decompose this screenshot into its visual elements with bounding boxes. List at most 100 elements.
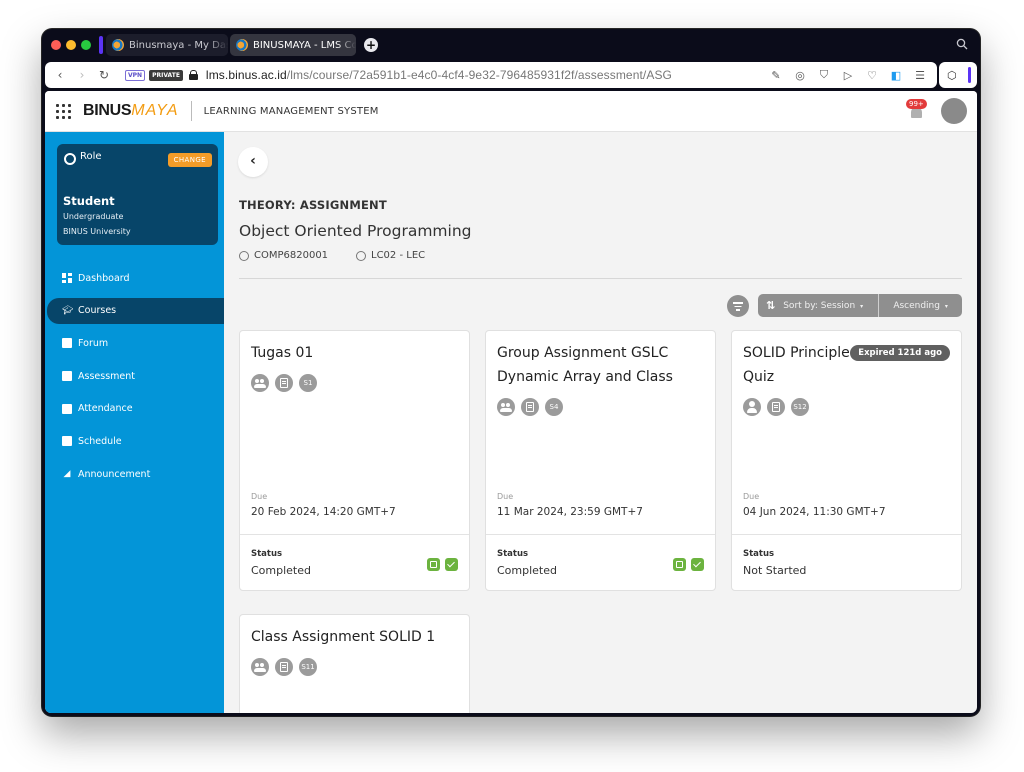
- main-content: ‹ THEORY: ASSIGNMENT Object Oriented Pro…: [224, 132, 977, 713]
- reload-icon[interactable]: ↻: [93, 68, 115, 82]
- binusmaya-favicon-icon: [236, 39, 248, 51]
- assignment-card[interactable]: Tugas 01 S1 Due 20 Feb 2024, 14:20 GMT+7…: [239, 330, 470, 591]
- sidebar-item-label: Attendance: [78, 403, 133, 415]
- assignment-card[interactable]: SOLID Principle Quiz Expired 121d ago S1…: [731, 330, 962, 591]
- extension-button[interactable]: ⬡: [939, 62, 977, 88]
- dashboard-icon: [62, 273, 72, 283]
- document-icon: [275, 658, 293, 676]
- assignment-card[interactable]: Group Assignment GSLC Dynamic Array and …: [485, 330, 716, 591]
- due-date: 20 Feb 2024, 14:20 GMT+7: [251, 506, 396, 518]
- private-badge: PRIVATE: [149, 69, 183, 81]
- session-badge: S11: [299, 658, 317, 676]
- sidebar-item-announcement[interactable]: ◢ Announcement: [45, 461, 224, 487]
- chevron-down-icon: ▾: [858, 302, 864, 310]
- app-header: BINUSMAYA LEARNING MANAGEMENT SYSTEM 99+: [45, 91, 977, 132]
- search-icon[interactable]: [956, 38, 970, 52]
- session-badge: S4: [545, 398, 563, 416]
- sidebar-item-label: Assessment: [78, 370, 135, 382]
- role-name: Student: [63, 194, 115, 208]
- plus-icon[interactable]: +: [364, 38, 378, 52]
- sort-icon: ⇅: [766, 299, 776, 312]
- sidebar-item-label: Schedule: [78, 435, 122, 447]
- session-badge: S1: [299, 374, 317, 392]
- close-window-button[interactable]: [51, 40, 61, 50]
- heart-icon[interactable]: ♡: [865, 69, 879, 82]
- assignment-title[interactable]: SOLID Principle Quiz: [743, 341, 851, 389]
- group-assignment-icon: [251, 374, 269, 392]
- sidebar-item-courses[interactable]: 🎓︎ Courses: [47, 297, 224, 324]
- edit-icon[interactable]: ✎: [769, 69, 783, 82]
- check-icon: [691, 558, 704, 571]
- course-code: COMP6820001: [239, 250, 328, 261]
- assessment-icon: [62, 371, 72, 382]
- status-value: Completed: [251, 564, 311, 577]
- header-divider: [190, 101, 192, 121]
- assignment-title[interactable]: Tugas 01: [251, 341, 458, 365]
- change-role-button[interactable]: CHANGE: [167, 153, 212, 167]
- sidebar-item-label: Courses: [78, 305, 117, 317]
- course-name: Object Oriented Programming: [239, 222, 472, 240]
- sidebar-item-assessment[interactable]: Assessment: [45, 363, 224, 389]
- sidebar-item-attendance[interactable]: Attendance: [45, 396, 224, 422]
- minimize-window-button[interactable]: [66, 40, 76, 50]
- browser-tab-lms-course[interactable]: BINUSMAYA - LMS Course: [230, 34, 356, 56]
- due-label: Due: [251, 492, 268, 501]
- filter-button[interactable]: [727, 295, 749, 317]
- class-code: LC02 - LEC: [356, 250, 425, 261]
- due-date: 11 Mar 2024, 23:59 GMT+7: [497, 506, 643, 518]
- assignment-card[interactable]: Class Assignment SOLID 1 S11: [239, 614, 470, 713]
- session-badge: S12: [791, 398, 809, 416]
- status-label: Status: [743, 549, 775, 559]
- forward-nav-icon[interactable]: ›: [71, 68, 93, 82]
- sidebar-item-label: Announcement: [78, 468, 151, 480]
- sidebar-item-label: Forum: [78, 337, 109, 349]
- browser-tab-dashboard[interactable]: Binusmaya - My Dashboard: [106, 34, 228, 56]
- sidebar-item-label: Dashboard: [78, 272, 130, 284]
- megaphone-icon: ◢: [63, 469, 71, 480]
- notification-button[interactable]: 99+: [905, 99, 929, 123]
- vpn-badge[interactable]: VPN: [125, 69, 146, 81]
- group-assignment-icon: [251, 658, 269, 676]
- role-card: Role CHANGE Student Undergraduate BINUS …: [57, 144, 218, 245]
- group-assignment-icon: [497, 398, 515, 416]
- assignment-title[interactable]: Group Assignment GSLC Dynamic Array and …: [497, 341, 704, 389]
- section-title: THEORY: ASSIGNMENT: [239, 198, 387, 212]
- system-title: LEARNING MANAGEMENT SYSTEM: [203, 105, 379, 117]
- document-icon: [521, 398, 539, 416]
- url-field[interactable]: lms.binus.ac.id/lms/course/72a591b1-e4c0…: [206, 68, 672, 82]
- group-icon: [356, 250, 366, 261]
- chevron-down-icon: ▾: [942, 302, 948, 310]
- notification-badge: 99+: [906, 99, 927, 109]
- tab-bar: Binusmaya - My Dashboard BINUSMAYA - LMS…: [42, 29, 980, 61]
- settings-sliders-icon[interactable]: ☰: [913, 69, 927, 82]
- graduation-cap-icon: 🎓︎: [62, 305, 74, 316]
- divider: [239, 278, 962, 279]
- lock-icon[interactable]: [188, 70, 198, 80]
- sidebar-item-forum[interactable]: Forum: [45, 330, 224, 356]
- camera-icon[interactable]: ◎: [793, 69, 807, 82]
- back-button[interactable]: ‹: [238, 147, 268, 177]
- assignment-title[interactable]: Class Assignment SOLID 1: [251, 625, 458, 649]
- sort-by-dropdown[interactable]: Sort by: Session ▾: [783, 301, 878, 311]
- individual-assignment-icon: [743, 398, 761, 416]
- status-value: Completed: [497, 564, 557, 577]
- book-icon: [239, 250, 249, 261]
- back-nav-icon[interactable]: ‹: [49, 68, 71, 82]
- due-label: Due: [497, 492, 514, 501]
- attendance-icon: [62, 403, 72, 414]
- shield-icon[interactable]: ⛉: [817, 68, 831, 82]
- sort-order-dropdown[interactable]: Ascending ▾: [879, 301, 962, 311]
- sidebar-item-dashboard[interactable]: Dashboard: [45, 265, 224, 291]
- browser-window: Binusmaya - My Dashboard BINUSMAYA - LMS…: [42, 29, 980, 716]
- sidebar-item-schedule[interactable]: Schedule: [45, 428, 224, 454]
- user-avatar[interactable]: [941, 98, 967, 124]
- address-bar: ‹ › ↻ VPN PRIVATE lms.binus.ac.id/lms/co…: [45, 62, 937, 88]
- calendar-icon: [62, 436, 72, 447]
- role-label: Role: [80, 151, 102, 162]
- app-grid-icon[interactable]: [56, 103, 71, 119]
- sidebar-toggle-icon[interactable]: ◧: [889, 69, 903, 82]
- cube-icon: ⬡: [947, 68, 957, 82]
- send-icon[interactable]: ▷: [841, 69, 855, 82]
- binusmaya-logo[interactable]: BINUSMAYA: [83, 102, 179, 120]
- maximize-window-button[interactable]: [81, 40, 91, 50]
